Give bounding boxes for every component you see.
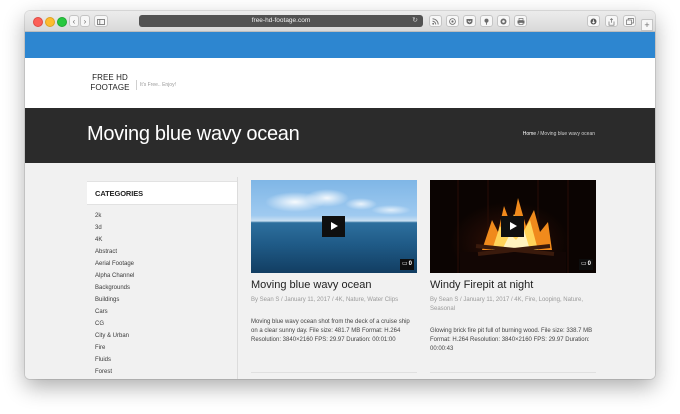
category-link[interactable]: Fire [87,342,238,354]
category-link[interactable]: Aerial Footage [87,258,238,270]
video-title[interactable]: Moving blue wavy ocean [251,279,371,291]
rss-button[interactable] [429,15,442,27]
content-area: CATEGORIES 2k 3d 4K Abstract Aerial Foot… [25,163,655,379]
category-link[interactable]: Abstract [87,246,238,258]
site-logo[interactable]: FREE HD FOOTAGE [89,73,131,93]
categories-heading: CATEGORIES [95,189,144,198]
globe-icon [500,18,507,25]
forward-icon: › [83,17,87,26]
pin-button[interactable] [480,15,493,27]
sidebar-icon [97,19,105,25]
address-bar[interactable]: free-hd-footage.com ↻ [139,15,423,27]
share-icon [608,18,615,26]
zoom-window-button[interactable] [57,17,67,27]
categories-header: CATEGORIES [87,181,238,205]
at-icon [449,18,456,25]
site-header: FREE HD FOOTAGE It's Free.. Enjoy! [25,58,655,108]
video-thumbnail-firepit[interactable]: ▭0 [430,180,596,273]
top-blue-bar [25,32,655,58]
browser-window: ‹ › free-hd-footage.com ↻ + FREE HD FOOT… [25,11,655,379]
minimize-window-button[interactable] [45,17,55,27]
logo-line-1: FREE HD [92,73,128,82]
categories-sidebar: CATEGORIES 2k 3d 4K Abstract Aerial Foot… [87,181,238,379]
play-icon[interactable] [501,216,524,237]
card-divider [251,372,417,373]
breadcrumb-current: / Moving blue wavy ocean [536,131,595,137]
tab-overview-button[interactable] [623,15,636,27]
close-window-button[interactable] [33,17,43,27]
pocket-icon [466,19,473,25]
category-link[interactable]: Alpha Channel [87,270,238,282]
browser-toolbar: ‹ › free-hd-footage.com ↻ + [25,11,655,32]
category-link[interactable]: Buildings [87,294,238,306]
category-link[interactable]: Cars [87,306,238,318]
category-link[interactable]: Backgrounds [87,282,238,294]
video-title[interactable]: Windy Firepit at night [430,279,533,291]
category-link[interactable]: 3d [87,222,238,234]
share-button[interactable] [605,15,618,27]
sidebar-divider [237,177,238,379]
video-description: Moving blue wavy ocean shot from the dec… [251,319,410,343]
logo-divider [136,80,137,90]
breadcrumb: Home / Moving blue wavy ocean [523,131,595,137]
page-title: Moving blue wavy ocean [87,123,300,145]
category-link[interactable]: City & Urban [87,330,238,342]
print-icon [517,18,524,25]
category-link[interactable]: CG [87,318,238,330]
pocket-button[interactable] [463,15,476,27]
comment-bubble-icon: ▭ [401,261,408,267]
video-card: ▭0 Moving blue wavy ocean By Sean S / Ja… [251,180,417,379]
video-description: Glowing brick fire pit full of burning w… [430,328,593,352]
download-icon [590,18,597,25]
reload-icon[interactable]: ↻ [412,15,418,27]
play-icon[interactable] [322,216,345,237]
logo-line-2: FOOTAGE [90,83,130,92]
at-button[interactable] [446,15,459,27]
category-link[interactable]: Forest [87,366,238,378]
breadcrumb-home-link[interactable]: Home [523,131,536,137]
url-text: free-hd-footage.com [251,17,311,24]
site-tagline: It's Free.. Enjoy! [140,82,176,88]
tabs-icon [625,18,634,25]
globe-button[interactable] [497,15,510,27]
comment-count-badge[interactable]: ▭0 [578,259,593,270]
video-meta: By Sean S / January 11, 2017 / 4K, Fire,… [430,297,583,312]
downloads-button[interactable] [587,15,600,27]
new-tab-icon: + [644,20,650,30]
card-divider [430,372,596,373]
category-list: 2k 3d 4K Abstract Aerial Footage Alpha C… [87,210,238,378]
category-link[interactable]: 4K [87,234,238,246]
new-tab-button[interactable]: + [641,19,653,31]
back-button[interactable]: ‹ [69,15,79,27]
page-title-banner: Moving blue wavy ocean Home / Moving blu… [25,108,655,163]
print-button[interactable] [514,15,527,27]
comment-bubble-icon: ▭ [580,261,587,267]
rss-icon [432,18,439,25]
category-link[interactable]: Fluids [87,354,238,366]
comment-count-badge[interactable]: ▭0 [399,259,414,270]
video-meta: By Sean S / January 11, 2017 / 4K, Natur… [251,297,399,303]
video-card: ▭0 Windy Firepit at night By Sean S / Ja… [430,180,596,379]
back-icon: ‹ [72,17,76,26]
category-link[interactable]: 2k [87,210,238,222]
sidebar-button[interactable] [94,15,108,27]
forward-button[interactable]: › [80,15,90,27]
video-thumbnail-ocean[interactable]: ▭0 [251,180,417,273]
pin-icon [484,18,489,25]
